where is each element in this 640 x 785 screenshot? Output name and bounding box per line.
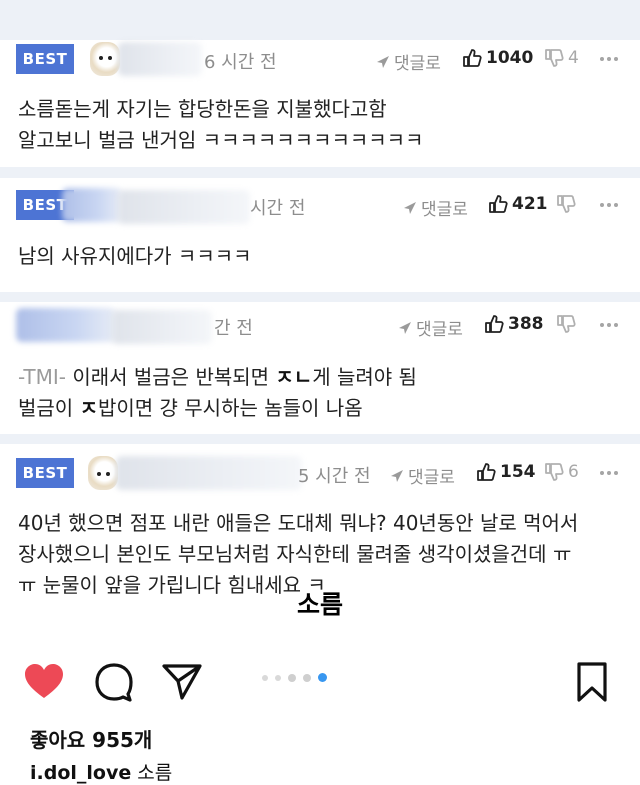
comment-time: 시간 전 bbox=[250, 198, 306, 219]
reply-arrow-icon bbox=[399, 321, 411, 334]
like-count: 1040 bbox=[486, 48, 534, 68]
thumbs-down-icon bbox=[545, 49, 564, 67]
blurred-username bbox=[118, 42, 202, 76]
carousel-dot-active bbox=[318, 673, 327, 682]
thumbs-down-icon bbox=[557, 195, 576, 213]
like-count-text[interactable]: 좋아요 955개 bbox=[30, 724, 152, 753]
blurred-username bbox=[118, 190, 250, 224]
thumbs-up-icon bbox=[477, 463, 496, 481]
comment-text: 소름돋는게 자기는 합당한돈을 지불했다고함 알고보니 벌금 낸거임 ㅋㅋㅋㅋㅋ… bbox=[18, 97, 424, 152]
thumbs-up-icon bbox=[489, 195, 508, 213]
post-caption: i.dol_love 소름 bbox=[30, 758, 172, 785]
comment-time: 6 시간 전 bbox=[204, 52, 277, 73]
comment-item: 간 전 댓글로 388 -TMI- 이래서 벌금은 반복되면 ㅈㄴ게 늘려야 됨… bbox=[0, 302, 640, 434]
heart-icon[interactable] bbox=[22, 660, 66, 704]
comment-text: 남의 사유지에다가 ㅋㅋㅋㅋ bbox=[18, 244, 252, 268]
dislike-button[interactable] bbox=[556, 314, 576, 334]
dislike-button[interactable]: 4 bbox=[544, 48, 579, 68]
username-link[interactable]: i.dol_love bbox=[30, 762, 131, 784]
more-options-icon[interactable] bbox=[600, 468, 622, 478]
overlay-caption: 소름 bbox=[296, 590, 343, 619]
like-button[interactable]: 388 bbox=[484, 314, 544, 334]
carousel-dot bbox=[288, 673, 296, 682]
reply-button[interactable]: 댓글로 bbox=[376, 49, 441, 74]
more-options-icon[interactable] bbox=[600, 200, 622, 210]
like-button[interactable]: 154 bbox=[476, 462, 536, 482]
dislike-count: 6 bbox=[568, 462, 579, 482]
reply-button[interactable]: 댓글로 bbox=[390, 463, 455, 488]
tmi-tag: -TMI- bbox=[18, 365, 66, 389]
thumbs-up-icon bbox=[485, 315, 504, 333]
carousel-dot bbox=[262, 674, 268, 681]
share-icon[interactable] bbox=[160, 660, 204, 704]
thumbs-down-icon bbox=[545, 463, 564, 481]
reply-label: 댓글로 bbox=[408, 468, 455, 488]
comment-time: 간 전 bbox=[214, 318, 253, 339]
post-action-bar bbox=[0, 660, 640, 708]
reply-button[interactable]: 댓글로 bbox=[398, 315, 463, 340]
like-count: 154 bbox=[500, 462, 536, 482]
comment-text: -TMI- 이래서 벌금은 반복되면 ㅈㄴ게 늘려야 됨 벌금이 ㅈ밥이면 걍 … bbox=[18, 365, 417, 420]
thumbs-up-icon bbox=[463, 49, 482, 67]
best-badge: BEST bbox=[16, 458, 74, 488]
thumbs-down-icon bbox=[557, 315, 576, 333]
carousel-dot bbox=[275, 674, 281, 681]
blurred-username bbox=[116, 456, 302, 490]
comment-screenshot: BEST 6 시간 전 댓글로 1040 4 소름돋는게 자기는 합당한돈을 지… bbox=[0, 0, 640, 600]
like-button[interactable]: 421 bbox=[488, 194, 548, 214]
like-button[interactable]: 1040 bbox=[462, 48, 533, 68]
best-badge: BEST bbox=[16, 44, 74, 74]
reply-label: 댓글로 bbox=[394, 54, 441, 74]
reply-button[interactable]: 댓글로 bbox=[403, 195, 468, 220]
comment-item: BEST 시간 전 댓글로 421 남의 사유지에다가 ㅋㅋㅋㅋ bbox=[0, 178, 640, 292]
blurred-avatar bbox=[62, 188, 122, 222]
reply-label: 댓글로 bbox=[421, 200, 468, 220]
reply-arrow-icon bbox=[391, 469, 403, 482]
carousel-indicator bbox=[262, 673, 327, 682]
comment-icon[interactable] bbox=[92, 660, 136, 704]
comment-item: BEST 6 시간 전 댓글로 1040 4 소름돋는게 자기는 합당한돈을 지… bbox=[0, 40, 640, 167]
avatar bbox=[90, 42, 120, 76]
comment-time: 5 시간 전 bbox=[298, 466, 371, 487]
more-options-icon[interactable] bbox=[600, 54, 622, 64]
comment-item: BEST 5 시간 전 댓글로 154 6 40년 했으면 점포 내란 애들은 … bbox=[0, 444, 640, 600]
more-options-icon[interactable] bbox=[600, 320, 622, 330]
bookmark-icon[interactable] bbox=[570, 660, 614, 704]
reply-arrow-icon bbox=[377, 55, 389, 68]
caption-text: 소름 bbox=[137, 762, 173, 784]
dislike-button[interactable] bbox=[556, 194, 576, 214]
avatar bbox=[88, 456, 118, 490]
reply-arrow-icon bbox=[404, 201, 416, 214]
carousel-dot bbox=[303, 673, 311, 682]
dislike-button[interactable]: 6 bbox=[544, 462, 579, 482]
dislike-count: 4 bbox=[568, 48, 579, 68]
blurred-avatar bbox=[16, 308, 116, 342]
reply-label: 댓글로 bbox=[416, 320, 463, 340]
like-count: 421 bbox=[512, 194, 548, 214]
like-count: 388 bbox=[508, 314, 544, 334]
blurred-username bbox=[112, 310, 212, 344]
